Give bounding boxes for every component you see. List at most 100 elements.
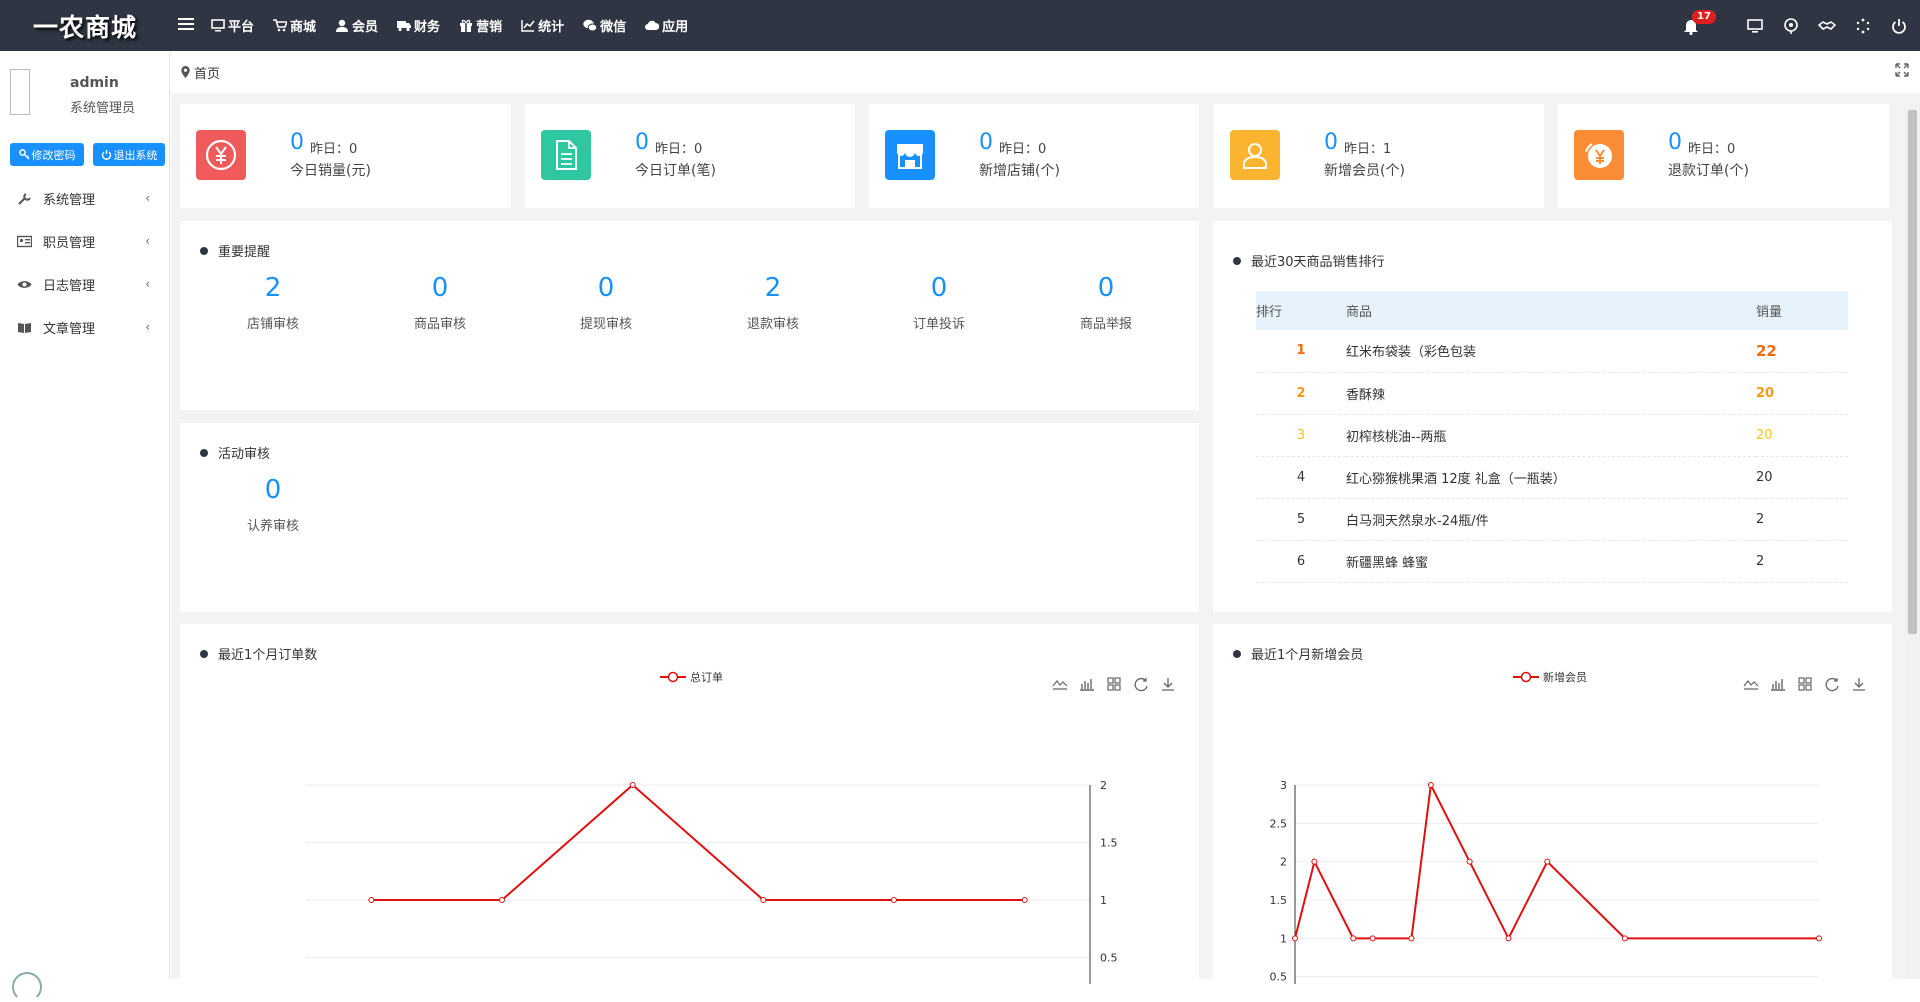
handshake-button[interactable] [1817, 17, 1837, 35]
change-password-label: 修改密码 [31, 148, 76, 162]
stat-yesterday: 昨日：1 [1344, 142, 1392, 157]
theme-button[interactable] [1782, 17, 1800, 35]
notification-button[interactable]: 17 [1682, 9, 1716, 35]
table-header-row: 排行 商品 销量 [1256, 291, 1848, 330]
sales-cell: 2 [1756, 540, 1848, 583]
counter-product-review[interactable]: 0 商品审核 [380, 273, 500, 332]
map-marker-icon [181, 66, 190, 78]
counter-label: 提现审核 [579, 317, 632, 332]
stat-label: 退款订单(个) [1668, 163, 1749, 179]
counter-withdraw-review[interactable]: 0 提现审核 [546, 273, 666, 332]
data-point [1408, 935, 1415, 942]
sidebar-menu: 系统管理 ‹ 职员管理 ‹ 日志管理 ‹ 文章管理 ‹ [0, 177, 170, 349]
sidebar-item-logs[interactable]: 日志管理 ‹ [0, 263, 170, 306]
counter-store-review[interactable]: 2 店铺审核 [213, 273, 333, 332]
store-icon [897, 144, 923, 169]
loading-indicator [12, 972, 42, 1002]
y-tick-label: 3 [1280, 779, 1287, 792]
sidebar-item-articles[interactable]: 文章管理 ‹ [0, 306, 170, 349]
stat-card-orders: 0 昨日：0 今日订单(笔) [525, 104, 855, 208]
header-actions: 17 [1682, 0, 1908, 51]
sales-cell: 20 [1756, 372, 1848, 415]
data-point [1466, 858, 1473, 865]
stat-yesterday: 昨日：0 [1688, 142, 1736, 157]
data-point [368, 897, 375, 903]
counter-product-report[interactable]: 0 商品举报 [1046, 273, 1166, 332]
stat-value: 0 [1668, 130, 1682, 155]
notification-badge: 17 [1692, 9, 1716, 24]
refresh-button[interactable] [1854, 17, 1872, 35]
nav-label: 营销 [476, 20, 503, 35]
nav-member[interactable]: 会员 [335, 16, 378, 35]
data-point [499, 897, 505, 903]
product-cell: 红米布袋装（彩色包装 [1346, 330, 1756, 373]
nav-statistics[interactable]: 统计 [521, 16, 564, 35]
nav-label: 统计 [538, 20, 565, 35]
table-row[interactable]: 1 红米布袋装（彩色包装 22 [1256, 330, 1848, 373]
sidebar-item-label: 文章管理 [43, 322, 96, 337]
counter-refund-review[interactable]: 2 退款审核 [713, 273, 833, 332]
nav-apps[interactable]: 应用 [645, 16, 688, 35]
counter-label: 认养审核 [246, 519, 299, 534]
table-row[interactable]: 6 新疆黑蜂 蜂蜜 2 [1256, 540, 1848, 583]
avatar[interactable] [10, 69, 30, 115]
scrollbar-thumb[interactable] [1908, 110, 1917, 634]
rank-cell: 5 [1256, 498, 1346, 541]
nav-mall[interactable]: 商城 [273, 16, 316, 35]
nav-label: 会员 [352, 20, 379, 35]
bullet-dot [200, 246, 208, 255]
orders-line-chart: 00.511.522020-09-052020-09-092020-09-102… [306, 779, 1118, 984]
nav-finance[interactable]: 财务 [397, 16, 440, 35]
change-password-button[interactable]: 修改密码 [10, 143, 84, 166]
stat-icon-box [541, 130, 591, 180]
nav-wechat[interactable]: 微信 [583, 16, 626, 35]
truck-icon [397, 21, 412, 32]
col-header: 销量 [1756, 291, 1848, 330]
desktop-icon [1747, 18, 1763, 33]
product-cell: 新疆黑蜂 蜂蜜 [1346, 540, 1756, 583]
menu-toggle-icon[interactable] [178, 14, 194, 34]
table-row[interactable]: 2 香酥辣 20 [1256, 372, 1848, 415]
expand-icon[interactable] [1895, 63, 1909, 77]
bullet-dot [200, 448, 208, 457]
reminders-panel: 重要提醒 2 店铺审核 0 商品审核 0 提现审核 2 退款审核 0 订单投诉 0 商品举报 [180, 221, 1199, 410]
members-line-chart: 00.511.522.532020-09-012020-09-052020-09… [1270, 779, 1822, 984]
stat-value: 0 [290, 130, 304, 155]
sidebar-item-staff[interactable]: 职员管理 ‹ [0, 220, 170, 263]
app-logo[interactable]: 一农商城 [0, 0, 170, 51]
nav-platform[interactable]: 平台 [211, 16, 254, 35]
table-row[interactable]: 4 红心猕猴桃果酒 12度 礼盒（一瓶装） 20 [1256, 456, 1848, 499]
data-point [1350, 935, 1357, 942]
chevron-left-icon: ‹ [145, 320, 150, 334]
counter-adoption-review[interactable]: 0 认养审核 [213, 475, 333, 534]
nav-label: 微信 [600, 20, 627, 35]
chevron-left-icon: ‹ [145, 277, 150, 291]
rank-cell: 4 [1256, 456, 1346, 499]
nav-marketing[interactable]: 营销 [459, 16, 502, 35]
main-content: 首页 0 昨日：0 今日销量(元) 0 昨日：0 今日订单(笔) 0 昨日：0 … [171, 51, 1920, 984]
sidebar-item-system[interactable]: 系统管理 ‹ [0, 177, 170, 220]
chevron-left-icon: ‹ [145, 234, 150, 248]
scrollbar[interactable] [1905, 103, 1920, 979]
screen-button[interactable] [1746, 17, 1764, 35]
y-tick-label: 0.5 [1270, 971, 1288, 984]
panel-title: 活动审核 [200, 443, 270, 462]
logout-button[interactable]: 退出系统 [93, 143, 165, 166]
panel-title-text: 活动审核 [218, 447, 271, 462]
counter-order-complaint[interactable]: 0 订单投诉 [879, 273, 999, 332]
table-row[interactable]: 3 初榨核桃油--两瓶 20 [1256, 414, 1848, 457]
sidebar-item-label: 系统管理 [43, 193, 96, 208]
line-chart-icon [521, 20, 535, 32]
y-tick-label: 2.5 [1270, 817, 1288, 830]
palette-icon [1784, 17, 1798, 34]
chevron-left-icon: ‹ [145, 191, 150, 205]
counter-value: 0 [930, 273, 948, 303]
table-row[interactable]: 5 白马洞天然泉水-24瓶/件 2 [1256, 498, 1848, 541]
spinner-icon [1856, 18, 1870, 33]
product-cell: 红心猕猴桃果酒 12度 礼盒（一瓶装） [1346, 456, 1756, 499]
breadcrumb-home[interactable]: 首页 [194, 63, 220, 82]
power-button[interactable] [1890, 17, 1908, 35]
counter-label: 退款审核 [746, 317, 799, 332]
cart-icon [273, 19, 288, 32]
counter-value: 0 [431, 273, 449, 303]
